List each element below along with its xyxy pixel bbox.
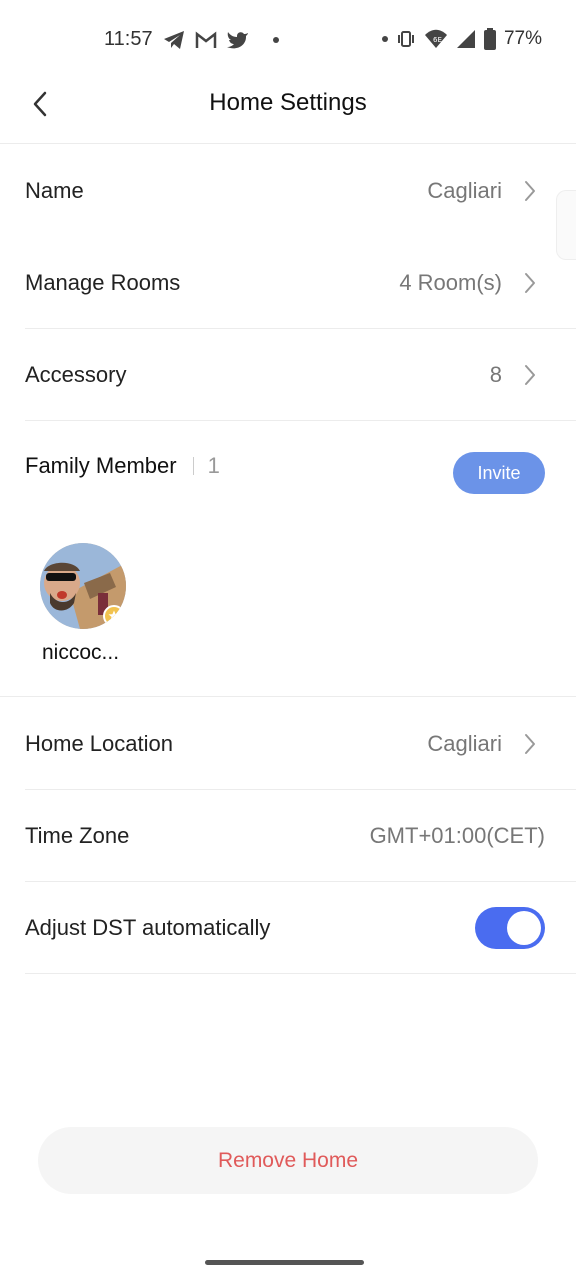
toggle-knob xyxy=(507,910,541,945)
chevron-right-icon xyxy=(510,176,550,206)
accessory-count: 8 xyxy=(489,361,502,387)
owner-star-icon xyxy=(103,605,125,627)
home-location-label: Home Location xyxy=(25,730,173,756)
time-zone-label: Time Zone xyxy=(25,822,130,848)
dst-toggle[interactable] xyxy=(475,906,545,949)
member-name: niccoc... xyxy=(42,641,120,664)
time-zone-row[interactable]: Time Zone GMT+01:00(CET) xyxy=(25,790,576,882)
dst-row: Adjust DST automatically xyxy=(25,882,576,974)
rooms-count: 4 Room(s) xyxy=(399,269,502,295)
manage-rooms-row[interactable]: Manage Rooms 4 Room(s) xyxy=(25,237,576,329)
clock: 11:57 xyxy=(104,28,153,50)
page-title: Home Settings xyxy=(209,89,367,116)
family-member-header: Family Member 1 xyxy=(25,453,220,479)
vibrate-icon xyxy=(396,30,416,48)
twitter-icon xyxy=(226,31,249,49)
divider xyxy=(192,457,194,475)
family-member-section: Family Member 1 Invite niccoc... xyxy=(0,421,576,697)
status-bar-right: 6E 77% xyxy=(381,28,542,50)
status-bar-left: 11:57 xyxy=(104,28,279,51)
family-member-title: Family Member xyxy=(25,453,177,478)
notification-dot-icon xyxy=(272,36,279,43)
telegram-icon xyxy=(163,30,185,50)
signal-icon xyxy=(456,29,476,49)
svg-text:6E: 6E xyxy=(433,36,442,44)
chevron-right-icon xyxy=(510,729,550,759)
family-member-count: 1 xyxy=(207,453,220,478)
time-zone-value: GMT+01:00(CET) xyxy=(369,822,545,848)
avatar xyxy=(40,543,126,629)
dst-label: Adjust DST automatically xyxy=(25,914,271,940)
chevron-right-icon xyxy=(510,268,550,298)
family-member-item[interactable]: niccoc... xyxy=(40,543,130,665)
home-location-row[interactable]: Home Location Cagliari xyxy=(25,698,576,790)
wifi-6e-icon: 6E xyxy=(424,29,448,49)
chevron-right-icon xyxy=(510,360,550,390)
battery-percent: 77% xyxy=(503,28,542,49)
battery-icon xyxy=(483,28,496,50)
header: Home Settings xyxy=(0,72,576,144)
name-value: Cagliari xyxy=(427,178,502,203)
home-location-value: Cagliari xyxy=(427,730,502,756)
home-indicator[interactable] xyxy=(205,1260,364,1265)
name-label: Name xyxy=(25,178,84,203)
manage-rooms-label: Manage Rooms xyxy=(25,269,181,295)
accessory-label: Accessory xyxy=(25,361,127,387)
status-bar: 11:57 6E 77% xyxy=(0,0,576,80)
gmail-icon xyxy=(195,30,217,49)
accessory-row[interactable]: Accessory 8 xyxy=(25,329,576,421)
invite-button[interactable]: Invite xyxy=(453,452,545,494)
remove-home-button[interactable]: Remove Home xyxy=(38,1127,538,1194)
notification-dot-icon xyxy=(381,36,388,42)
name-row[interactable]: Name Cagliari xyxy=(25,145,576,237)
